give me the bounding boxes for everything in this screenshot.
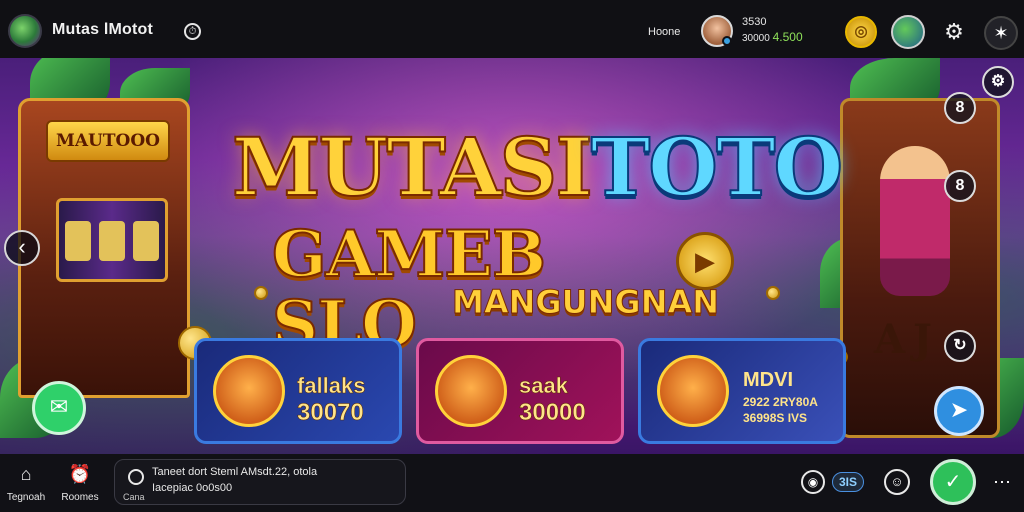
chevron-left-icon[interactable]: ‹ — [4, 230, 40, 266]
share-icon[interactable]: ➤ — [934, 386, 984, 436]
game-card[interactable]: MDVI 2922 2RY80A 36998S IVS — [638, 338, 846, 444]
slot-machine-sign: MAUTOOO — [46, 120, 170, 162]
wallet-icon[interactable]: ◉ — [801, 470, 825, 494]
star-icon[interactable]: ✶ — [984, 16, 1018, 50]
balance-win: 4.500 — [772, 30, 803, 44]
game-button[interactable] — [891, 15, 925, 49]
more-icon[interactable]: ⋯ — [990, 470, 1014, 494]
balance-amount: 30000 — [742, 33, 770, 44]
card-name: MDVI — [743, 369, 793, 391]
slot-reels — [56, 198, 168, 282]
settings-side-icon[interactable]: ⚙ — [982, 66, 1014, 98]
pet-icon — [657, 355, 729, 427]
coin-decoration — [254, 286, 268, 300]
nav-item-home[interactable]: ⌂ Tegnoah — [2, 462, 50, 503]
status-badge: 3IS — [832, 472, 865, 492]
banner-title: MUTASITOTO — [231, 120, 844, 214]
pet-icon — [213, 355, 285, 427]
side-icon-2[interactable]: 8 — [944, 170, 976, 202]
coin-decoration — [766, 286, 780, 300]
search-caption: Cana — [123, 492, 145, 502]
card-name: saak — [519, 373, 568, 399]
balance-bottom: 30000 4.500 — [742, 30, 803, 44]
coin-button[interactable]: ◎ — [845, 16, 877, 48]
home-icon: ⌂ — [20, 464, 32, 484]
app-root: Mutas lMotot ⏱ Hoone 3530 30000 4.500 ◎ … — [0, 0, 1024, 512]
app-logo[interactable] — [8, 14, 42, 48]
banner-title-blue: TOTO — [590, 120, 844, 214]
search-icon — [128, 469, 144, 485]
balance-top: 3530 — [742, 16, 767, 28]
card-line: 36998S IVS — [743, 411, 808, 425]
hero-banner[interactable]: MAUTOOO AJ MUTASITOTO GAMEB SLO ▶ MANGUN… — [0, 58, 1024, 454]
card-value: 30070 — [297, 399, 364, 427]
card-line: 2922 2RY80A — [743, 395, 818, 409]
game-card[interactable]: saak 30000 — [416, 338, 624, 444]
play-coin-icon[interactable]: ▶ — [676, 232, 734, 290]
search-line-1: Taneet dort Steml AMsdt.22, otola — [152, 466, 318, 478]
side-icon-1[interactable]: 8 — [944, 92, 976, 124]
nav-label: Tegnoah — [6, 492, 46, 503]
emoji-icon[interactable]: ☺ — [884, 469, 910, 495]
clock-icon: ⏱ — [184, 23, 201, 40]
character-illustration — [880, 146, 950, 296]
nav-label: Roomes — [61, 492, 99, 503]
online-status-dot — [722, 36, 732, 46]
banner-subtitle-small: MANGUNGNAN — [452, 283, 720, 321]
app-title: Mutas lMotot — [52, 21, 154, 38]
chart-action-button[interactable]: ✓ — [930, 459, 976, 505]
banner-title-gold: MUTASI — [231, 120, 594, 214]
gear-icon[interactable]: ⚙ — [938, 16, 970, 48]
game-card[interactable]: fallaks 30070 — [194, 338, 402, 444]
reel — [133, 221, 159, 261]
reel — [99, 221, 125, 261]
nav-item-rooms[interactable]: ⏰ Roomes — [56, 462, 104, 503]
chat-icon[interactable]: ✉ — [32, 381, 86, 435]
slot-right-letters: AJ — [874, 316, 940, 363]
alarm-icon: ⏰ — [68, 464, 92, 484]
pet-icon — [435, 355, 507, 427]
reel — [65, 221, 91, 261]
search-line-2: Iacepiac 0o0s00 — [152, 482, 233, 494]
card-name: fallaks — [297, 373, 366, 399]
home-link[interactable]: Hoone — [648, 26, 680, 38]
refresh-icon[interactable]: ↻ — [944, 330, 976, 362]
card-value: 30000 — [519, 399, 586, 427]
top-bar: Mutas lMotot ⏱ Hoone 3530 30000 4.500 ◎ … — [0, 0, 1024, 58]
